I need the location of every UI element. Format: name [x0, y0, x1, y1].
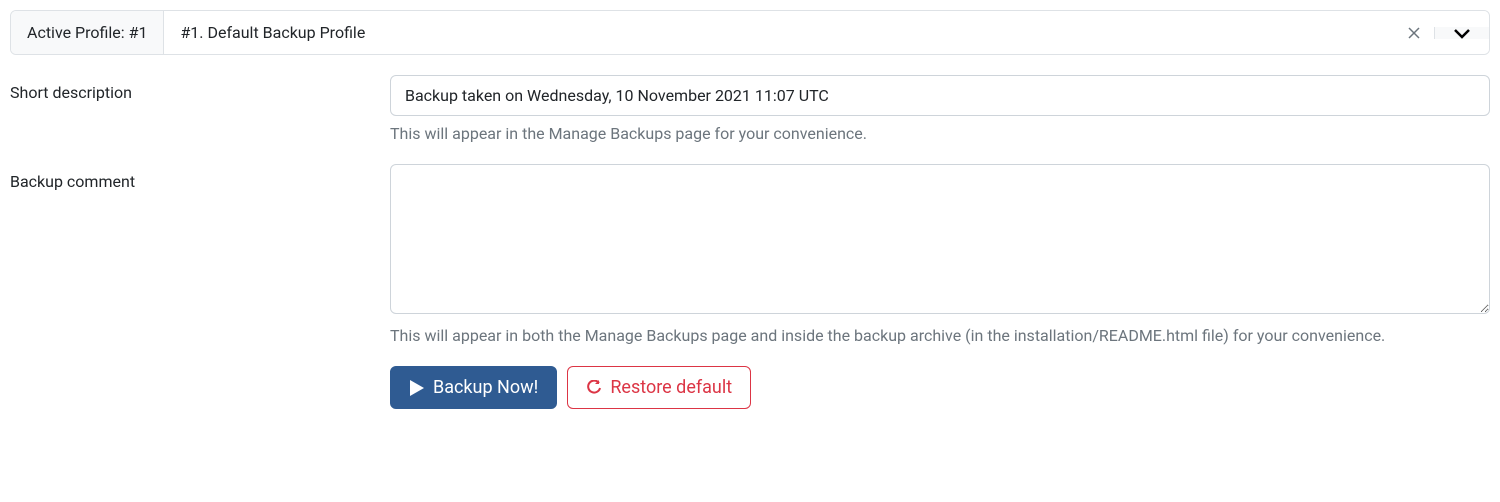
short-description-help: This will appear in the Manage Backups p… [390, 122, 1490, 146]
short-description-row: Short description This will appear in th… [10, 75, 1490, 146]
chevron-down-icon[interactable] [1434, 27, 1489, 39]
backup-now-label: Backup Now! [433, 377, 538, 398]
redo-icon [586, 380, 602, 396]
backup-now-button[interactable]: Backup Now! [390, 366, 557, 409]
active-profile-value: #1. Default Backup Profile [164, 11, 1394, 54]
play-icon [409, 379, 425, 397]
active-profile-bar: Active Profile: #1 #1. Default Backup Pr… [10, 10, 1490, 55]
restore-default-button[interactable]: Restore default [567, 366, 751, 409]
short-description-label: Short description [10, 75, 390, 102]
active-profile-label: Active Profile: #1 [11, 11, 164, 54]
backup-comment-field-wrap: This will appear in both the Manage Back… [390, 164, 1490, 348]
restore-default-label: Restore default [610, 377, 732, 398]
backup-comment-textarea[interactable] [390, 164, 1490, 314]
backup-comment-row: Backup comment This will appear in both … [10, 164, 1490, 348]
clear-icon[interactable] [1394, 27, 1434, 39]
backup-comment-label: Backup comment [10, 164, 390, 191]
short-description-input[interactable] [390, 75, 1490, 116]
short-description-field-wrap: This will appear in the Manage Backups p… [390, 75, 1490, 146]
active-profile-select[interactable]: #1. Default Backup Profile [164, 11, 1489, 54]
backup-comment-help: This will appear in both the Manage Back… [390, 324, 1490, 348]
action-buttons: Backup Now! Restore default [390, 366, 1490, 409]
